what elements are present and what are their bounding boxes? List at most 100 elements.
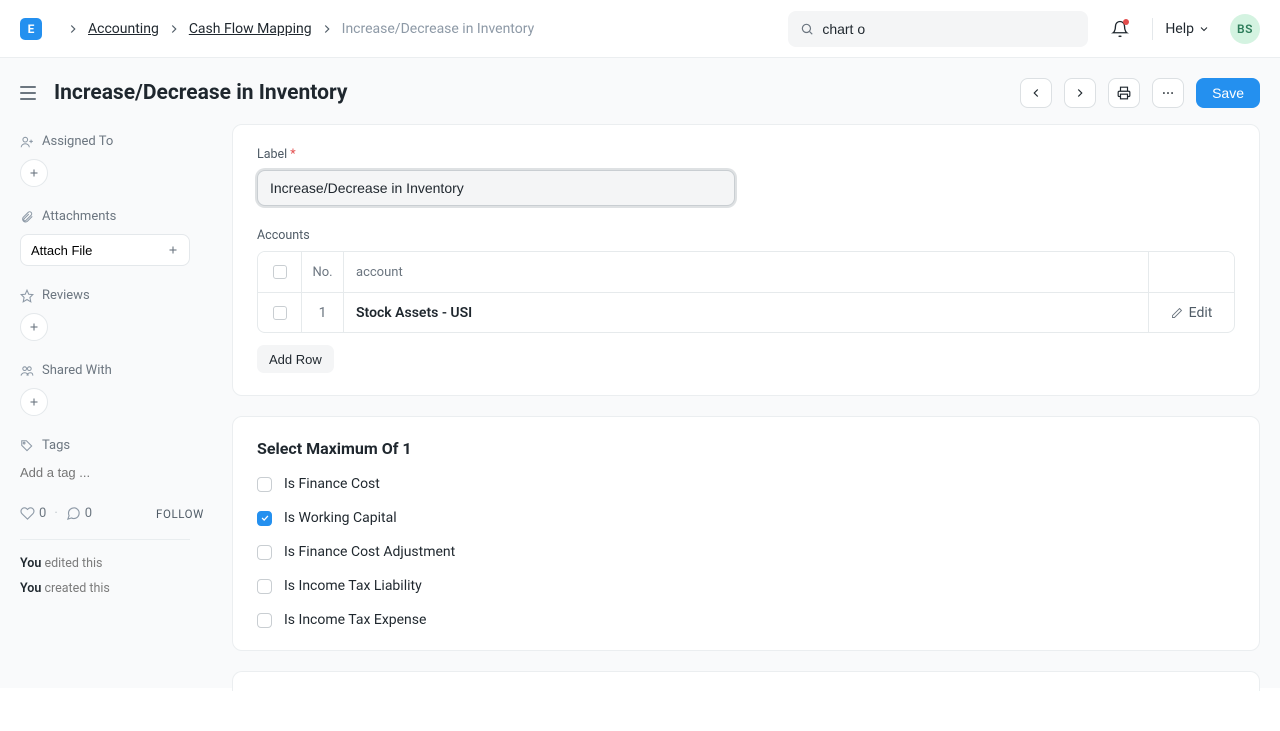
chevron-left-icon	[1029, 86, 1043, 100]
help-label: Help	[1165, 21, 1194, 37]
row-checkbox[interactable]	[258, 293, 302, 332]
chevron-down-icon	[1198, 23, 1210, 35]
tag-icon	[20, 439, 34, 453]
reviews-label: Reviews	[42, 288, 90, 303]
breadcrumb-item[interactable]: Cash Flow Mapping	[189, 21, 312, 37]
label-accounts-card: Label* Accounts No. account 1 Stock Asse…	[232, 124, 1260, 396]
row-account: Stock Assets - USI	[344, 293, 1148, 332]
titlebar: Increase/Decrease in Inventory Save	[0, 58, 1280, 122]
content-area: Assigned To Attachments Attach File Revi…	[0, 122, 1280, 731]
check-option-label: Is Finance Cost	[284, 476, 380, 492]
breadcrumb-item[interactable]: Accounting	[88, 21, 159, 37]
check-option[interactable]: Is Working Capital	[257, 510, 1235, 526]
plus-icon	[28, 167, 40, 179]
attach-file-label: Attach File	[31, 243, 92, 258]
pencil-icon	[1171, 307, 1183, 319]
checkgroup-card: Select Maximum Of 1 Is Finance Cost Is W…	[232, 416, 1260, 651]
like-button[interactable]: 0	[20, 506, 46, 521]
chevron-right-icon	[66, 22, 80, 36]
plus-icon	[28, 321, 40, 333]
col-no-header: No.	[302, 252, 344, 292]
shared-with-label: Shared With	[42, 363, 112, 378]
checkbox-icon	[273, 265, 287, 279]
reviews-section: Reviews	[20, 288, 204, 341]
assigned-to-label: Assigned To	[42, 134, 113, 149]
label-input[interactable]	[257, 170, 735, 206]
edit-label: Edit	[1189, 305, 1213, 321]
check-list: Is Finance Cost Is Working Capital Is Fi…	[257, 476, 1235, 628]
prev-button[interactable]	[1020, 78, 1052, 108]
help-menu[interactable]: Help	[1159, 17, 1216, 41]
next-button[interactable]	[1064, 78, 1096, 108]
accounts-table: No. account 1 Stock Assets - USI Edit	[257, 251, 1235, 333]
search-icon	[800, 22, 814, 36]
app-logo[interactable]: E	[20, 18, 42, 40]
checkbox-icon	[257, 613, 272, 628]
chevron-right-icon	[320, 22, 334, 36]
checkbox-checked-icon	[257, 511, 272, 526]
check-option[interactable]: Is Income Tax Expense	[257, 612, 1235, 628]
check-option[interactable]: Is Finance Cost	[257, 476, 1235, 492]
plus-icon	[28, 396, 40, 408]
attachments-label: Attachments	[42, 209, 116, 224]
save-button[interactable]: Save	[1196, 78, 1260, 108]
attach-file-button[interactable]: Attach File	[20, 234, 190, 266]
follow-button[interactable]: FOLLOW	[156, 507, 204, 521]
checkgroup-heading: Select Maximum Of 1	[257, 439, 1235, 458]
checkbox-icon	[257, 477, 272, 492]
add-row-button[interactable]: Add Row	[257, 345, 334, 373]
divider	[1152, 18, 1153, 40]
checkbox-icon	[273, 306, 287, 320]
check-option-label: Is Income Tax Liability	[284, 578, 422, 594]
table-header-row: No. account	[258, 252, 1234, 292]
star-icon	[20, 289, 34, 303]
tags-label: Tags	[42, 438, 70, 453]
checkbox-icon	[257, 545, 272, 560]
add-review-button[interactable]	[20, 313, 48, 341]
social-row: 0 · 0 FOLLOW	[20, 506, 204, 521]
print-button[interactable]	[1108, 78, 1140, 108]
user-plus-icon	[20, 135, 34, 149]
row-edit-button[interactable]: Edit	[1148, 293, 1234, 332]
tags-section: Tags	[20, 438, 204, 482]
attachments-section: Attachments Attach File	[20, 209, 204, 266]
printer-icon	[1117, 86, 1131, 100]
notifications-button[interactable]	[1106, 15, 1134, 43]
more-menu-button[interactable]	[1152, 78, 1184, 108]
chevron-right-icon	[1073, 86, 1087, 100]
select-all-cell[interactable]	[258, 252, 302, 292]
page-title: Increase/Decrease in Inventory	[54, 81, 347, 105]
comments-button[interactable]: 0	[66, 506, 92, 521]
notification-dot-icon	[1123, 19, 1129, 25]
ellipsis-icon	[1161, 86, 1175, 100]
audit-created: You created this	[20, 581, 204, 596]
next-card-peek	[232, 671, 1260, 691]
side-panel: Assigned To Attachments Attach File Revi…	[20, 124, 204, 606]
breadcrumb: Accounting Cash Flow Mapping Increase/De…	[58, 21, 534, 37]
divider	[20, 539, 190, 540]
audit-edited: You edited this	[20, 556, 204, 571]
likes-count: 0	[39, 506, 46, 521]
col-actions-header	[1148, 252, 1234, 292]
checkbox-icon	[257, 579, 272, 594]
check-option[interactable]: Is Finance Cost Adjustment	[257, 544, 1235, 560]
navbar: E Accounting Cash Flow Mapping Increase/…	[0, 0, 1280, 58]
add-share-button[interactable]	[20, 388, 48, 416]
avatar[interactable]: BS	[1230, 14, 1260, 44]
paperclip-icon	[20, 210, 34, 224]
shared-with-section: Shared With	[20, 363, 204, 416]
tags-input[interactable]	[20, 463, 204, 482]
add-assignee-button[interactable]	[20, 159, 48, 187]
main-column: Label* Accounts No. account 1 Stock Asse…	[232, 124, 1260, 691]
check-option[interactable]: Is Income Tax Liability	[257, 578, 1235, 594]
table-row[interactable]: 1 Stock Assets - USI Edit	[258, 292, 1234, 332]
check-option-label: Is Working Capital	[284, 510, 397, 526]
sidebar-toggle-button[interactable]	[20, 82, 42, 104]
col-account-header: account	[344, 252, 1148, 292]
chat-icon	[66, 506, 81, 521]
check-option-label: Is Income Tax Expense	[284, 612, 426, 628]
search-input[interactable]	[788, 11, 1088, 47]
users-icon	[20, 364, 34, 378]
heart-icon	[20, 506, 35, 521]
check-option-label: Is Finance Cost Adjustment	[284, 544, 455, 560]
